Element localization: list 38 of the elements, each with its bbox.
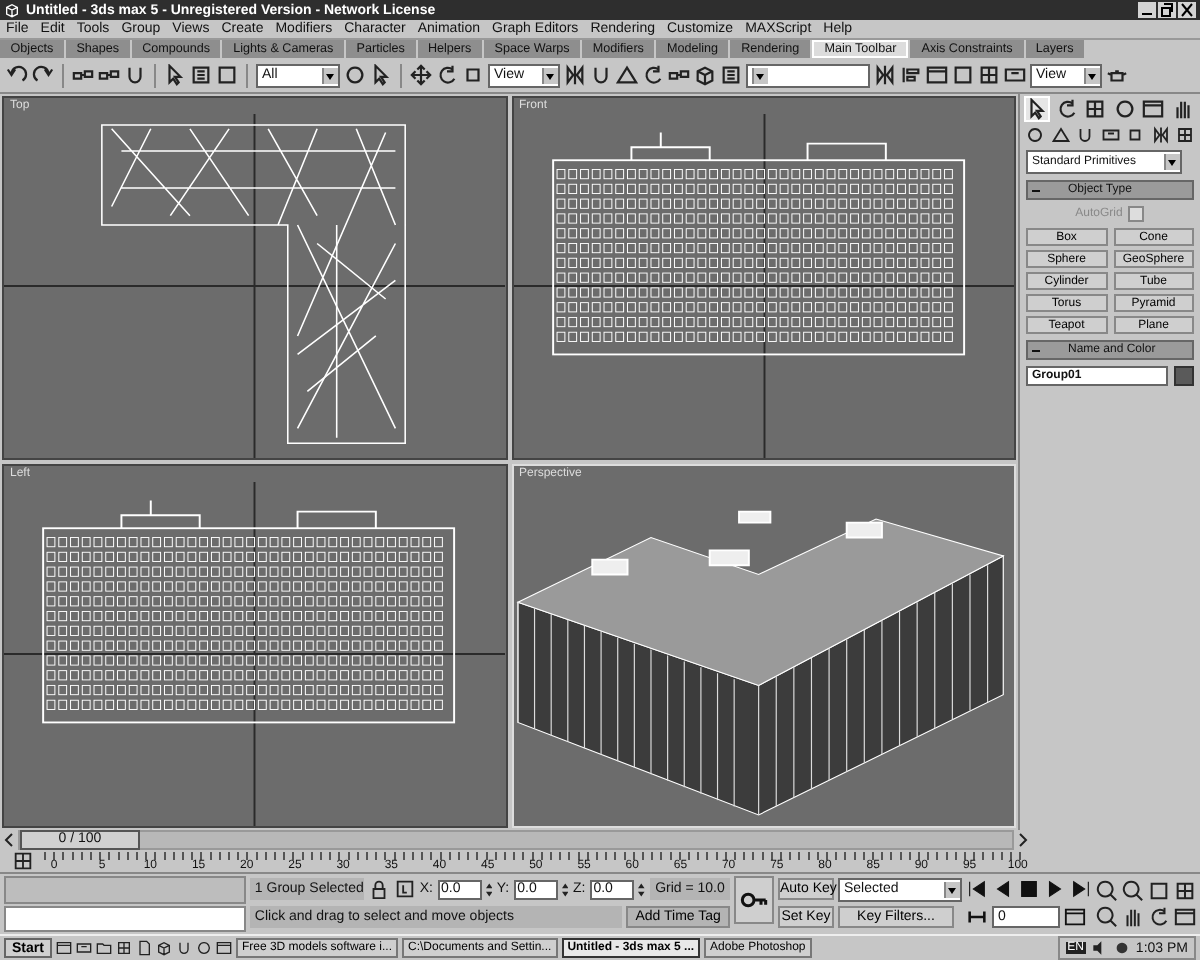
app-icon[interactable] <box>155 940 172 956</box>
scale-icon[interactable] <box>462 64 484 86</box>
folder-icon[interactable] <box>95 940 112 956</box>
desktop-icon[interactable] <box>55 940 72 956</box>
next-frame-icon[interactable] <box>1044 878 1066 900</box>
restore-icon[interactable] <box>1158 2 1176 18</box>
maximize-icon[interactable] <box>1174 906 1196 928</box>
arc-rotate-icon[interactable] <box>1148 906 1170 928</box>
rotate-icon[interactable] <box>436 64 458 86</box>
align-icon[interactable] <box>900 64 922 86</box>
select-by-name-icon[interactable] <box>190 64 212 86</box>
listener-field[interactable] <box>4 906 247 932</box>
lock-icon[interactable] <box>367 878 390 900</box>
redo-icon[interactable] <box>32 64 54 86</box>
zoom-icon[interactable] <box>1096 880 1118 902</box>
region-zoom-icon[interactable] <box>1096 906 1118 928</box>
region-icon[interactable] <box>216 64 238 86</box>
color-swatch[interactable] <box>1174 366 1194 386</box>
move-icon[interactable] <box>410 64 432 86</box>
monitor-icon[interactable] <box>215 940 232 956</box>
zoom-all-icon[interactable] <box>1122 880 1144 902</box>
go-to-start-icon[interactable] <box>966 878 988 900</box>
previous-frame-icon[interactable] <box>992 878 1014 900</box>
mirror-icon[interactable] <box>874 64 896 86</box>
undo-icon[interactable] <box>6 64 28 86</box>
app-icon <box>4 2 20 18</box>
go-to-end-icon[interactable] <box>1070 878 1092 900</box>
document-icon[interactable] <box>135 940 152 956</box>
select-icon[interactable] <box>164 64 186 86</box>
cube-icon[interactable] <box>694 64 716 86</box>
named-selection-field[interactable] <box>746 63 870 87</box>
shapes-icon[interactable] <box>1051 126 1069 144</box>
named-selection-icon[interactable] <box>720 64 742 86</box>
set-key-button[interactable] <box>734 876 774 924</box>
link-icon[interactable] <box>72 64 94 86</box>
teapot-icon[interactable] <box>1106 64 1128 86</box>
close-icon[interactable] <box>1178 2 1196 18</box>
minimize-icon[interactable] <box>1138 2 1156 18</box>
